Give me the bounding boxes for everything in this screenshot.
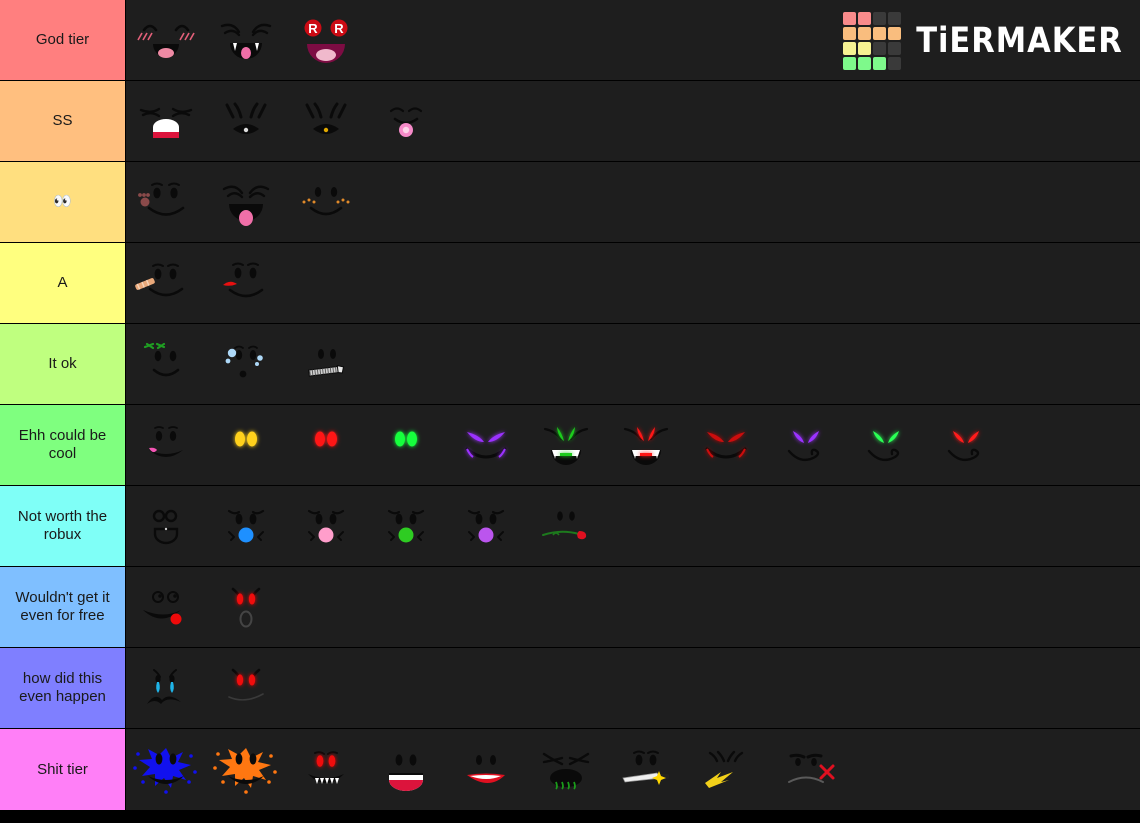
tier-row: God tier R R (0, 0, 1140, 81)
tier-label[interactable]: 👀 (0, 162, 126, 242)
red-evil-smirk-face[interactable] (686, 405, 766, 485)
tier-items-container[interactable]: RR (126, 0, 1140, 80)
green-goo-mouth-face[interactable] (526, 729, 606, 810)
knife-mouth-face[interactable] (606, 729, 686, 810)
tier-row: Not worth the robux (0, 486, 1140, 567)
rose-mouth-face[interactable] (526, 486, 606, 566)
tier-items-container[interactable] (126, 486, 1140, 566)
happy-pink-tongue-face[interactable] (206, 162, 286, 242)
polish-flag-grin-face[interactable] (366, 729, 446, 810)
red-tongue-grin-face[interactable] (126, 567, 206, 647)
tier-row: Shit tier (0, 729, 1140, 811)
green-brow-smile-face[interactable] (126, 324, 206, 404)
blush-open-mouth-face[interactable] (126, 0, 206, 80)
tier-items-container[interactable] (126, 81, 1140, 161)
zipper-mouth-face[interactable] (286, 324, 366, 404)
blue-bubble-face[interactable] (206, 324, 286, 404)
svg-text:R: R (334, 21, 344, 36)
pink-tongue-smirk-face[interactable] (126, 405, 206, 485)
blue-clown-nose-face[interactable] (206, 486, 286, 566)
yellow-glow-eyes[interactable] (206, 405, 286, 485)
purple-evil-smirk-face[interactable] (446, 405, 526, 485)
crying-sad-face[interactable] (126, 648, 206, 728)
red-x-sad-face[interactable] (766, 729, 846, 810)
fanged-tongue-face[interactable] (206, 0, 286, 80)
tier-row: 👀 (0, 162, 1140, 243)
tier-list-container: God tier R R SS 👀 A It ok Ehh could be cool Not … (0, 0, 1140, 823)
angry-gold-dot-face[interactable] (286, 81, 366, 161)
tier-row: It ok (0, 324, 1140, 405)
tier-items-container[interactable] (126, 243, 1140, 323)
orange-splatter-face[interactable] (206, 729, 286, 810)
lightning-mouth-face[interactable] (686, 729, 766, 810)
blue-splatter-face[interactable] (126, 729, 206, 810)
tier-row: SS (0, 81, 1140, 162)
tier-label[interactable]: A (0, 243, 126, 323)
tier-items-container[interactable] (126, 324, 1140, 404)
infinity-eyes-face[interactable] (126, 486, 206, 566)
roblox-r-eyes-face[interactable]: RR (286, 0, 366, 80)
polish-flag-mouth-face[interactable] (126, 81, 206, 161)
tier-label[interactable]: SS (0, 81, 126, 161)
tier-label[interactable]: how did this even happen (0, 648, 126, 728)
svg-text:R: R (308, 21, 318, 36)
green-clown-nose-face[interactable] (366, 486, 446, 566)
red-fang-face[interactable] (606, 405, 686, 485)
pink-clown-nose-face[interactable] (286, 486, 366, 566)
red-eyes-fang-grin-face[interactable] (286, 729, 366, 810)
purple-clown-nose-face[interactable] (446, 486, 526, 566)
freckles-smile-face[interactable] (286, 162, 366, 242)
paw-blush-smile-face[interactable] (126, 162, 206, 242)
tier-label[interactable]: Wouldn't get it even for free (0, 567, 126, 647)
tier-items-container[interactable] (126, 648, 1140, 728)
red-glow-evil-face[interactable] (926, 405, 1006, 485)
tier-row: how did this even happen (0, 648, 1140, 729)
tier-label[interactable]: God tier (0, 0, 126, 80)
red-glow-eyes[interactable] (286, 405, 366, 485)
green-glow-eyes[interactable] (366, 405, 446, 485)
tier-label[interactable]: It ok (0, 324, 126, 404)
red-lips-smile-face[interactable] (446, 729, 526, 810)
tier-items-container[interactable] (126, 162, 1140, 242)
tier-items-container[interactable] (126, 405, 1140, 485)
tier-label[interactable]: Ehh could be cool (0, 405, 126, 485)
tier-items-container[interactable] (126, 729, 1140, 810)
tier-row: A (0, 243, 1140, 324)
tier-row: Ehh could be cool (0, 405, 1140, 486)
pink-sparkle-tongue-face[interactable] (366, 81, 446, 161)
tier-row: Wouldn't get it even for free (0, 567, 1140, 648)
red-lip-smile-face[interactable] (206, 243, 286, 323)
green-fang-face[interactable] (526, 405, 606, 485)
green-glow-evil-face[interactable] (846, 405, 926, 485)
red-eyes-o-mouth-face[interactable] (206, 567, 286, 647)
tier-label[interactable]: Shit tier (0, 729, 126, 810)
purple-glow-evil-face[interactable] (766, 405, 846, 485)
tier-items-container[interactable] (126, 567, 1140, 647)
red-eyes-thin-smirk-face[interactable] (206, 648, 286, 728)
bandage-smile-face[interactable] (126, 243, 206, 323)
angry-white-dot-face[interactable] (206, 81, 286, 161)
tier-label[interactable]: Not worth the robux (0, 486, 126, 566)
